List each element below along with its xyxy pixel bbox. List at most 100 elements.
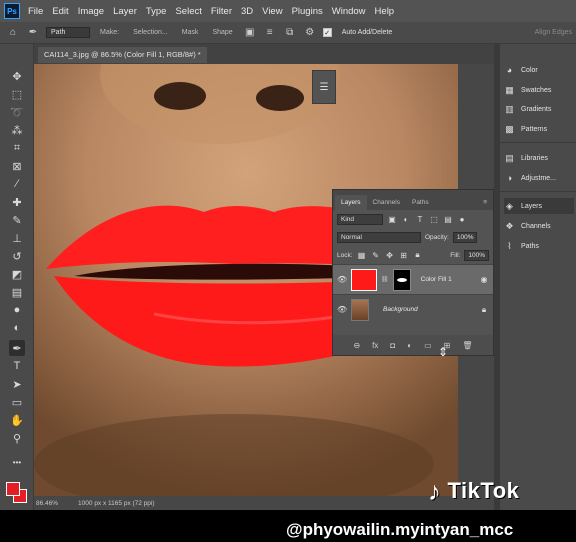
- lock-all-icon[interactable]: 🔒︎: [413, 250, 423, 260]
- menu-window[interactable]: Window: [332, 6, 366, 17]
- new-adjustment-icon[interactable]: ◐: [407, 341, 412, 350]
- menu-file[interactable]: File: [28, 6, 43, 17]
- frame-tool-icon[interactable]: ⊠: [9, 158, 25, 174]
- tab-paths[interactable]: Paths: [406, 195, 435, 210]
- panel-swatches[interactable]: ▦ Swatches: [504, 82, 551, 98]
- layer-name[interactable]: Background: [383, 306, 418, 313]
- menu-3d[interactable]: 3D: [241, 6, 253, 17]
- visibility-eye-icon[interactable]: 👁︎: [337, 275, 347, 284]
- layer-filter-kind[interactable]: Kind: [337, 213, 383, 225]
- marquee-tool-icon[interactable]: ⬚: [9, 86, 25, 102]
- quick-select-tool-icon[interactable]: ⁂: [9, 122, 25, 138]
- panel-channels[interactable]: ❖ Channels: [504, 218, 550, 234]
- lock-position-icon[interactable]: ✥: [385, 250, 395, 260]
- path-selection-tool-icon[interactable]: ➤: [9, 376, 25, 392]
- brush-tool-icon[interactable]: ✎: [9, 212, 25, 228]
- pen-tool-preset-icon[interactable]: ✒: [26, 26, 40, 40]
- tiktok-logo-icon: ♪: [428, 476, 442, 506]
- panel-adjustments[interactable]: ◑ Adjustme...: [504, 170, 556, 186]
- visibility-eye-icon[interactable]: 👁︎: [337, 305, 347, 314]
- lock-image-icon[interactable]: ✎: [371, 250, 381, 260]
- menu-plugins[interactable]: Plugins: [292, 6, 323, 17]
- crop-tool-icon[interactable]: ⌗: [9, 140, 25, 156]
- smart-object-filter-icon[interactable]: ▤: [443, 214, 453, 224]
- type-filter-icon[interactable]: T: [415, 214, 425, 224]
- menu-view[interactable]: View: [262, 6, 282, 17]
- panel-gradients[interactable]: ▥ Gradients: [504, 101, 551, 117]
- make-selection-button[interactable]: Selection...: [129, 28, 172, 37]
- layer-row-color-fill[interactable]: 👁︎ ⛓ Color Fill 1 ◉: [333, 264, 493, 294]
- tab-channels[interactable]: Channels: [367, 195, 406, 210]
- panel-layers[interactable]: ◈ Layers: [504, 198, 574, 214]
- panel-paths[interactable]: ⌇ Paths: [504, 238, 539, 254]
- lasso-tool-icon[interactable]: ➰: [9, 104, 25, 120]
- hand-tool-icon[interactable]: ✋: [9, 412, 25, 428]
- more-tools-icon[interactable]: •••: [9, 454, 25, 470]
- dodge-tool-icon[interactable]: ◐: [9, 320, 25, 336]
- layer-row-background[interactable]: 👁︎ Background 🔒︎: [333, 294, 493, 324]
- opacity-input[interactable]: 100%: [452, 231, 478, 243]
- background-thumbnail[interactable]: [351, 298, 369, 321]
- add-mask-icon[interactable]: ◘: [390, 341, 395, 350]
- pixel-filter-icon[interactable]: ▣: [387, 214, 397, 224]
- panel-patterns[interactable]: ▩ Patterns: [504, 121, 547, 137]
- pen-tool-icon[interactable]: ✒: [9, 340, 25, 356]
- link-icon[interactable]: ⛓: [381, 276, 389, 283]
- path-alignment-icon[interactable]: ≡: [263, 26, 277, 40]
- eraser-tool-icon[interactable]: ◩: [9, 266, 25, 282]
- new-group-icon[interactable]: ▭: [424, 341, 432, 350]
- document-tab[interactable]: CAI114_3.jpg @ 86.5% (Color Fill 1, RGB/…: [38, 47, 207, 63]
- trash-icon[interactable]: 🗑︎: [462, 341, 472, 350]
- lock-transparent-icon[interactable]: ▦: [357, 250, 367, 260]
- make-shape-button[interactable]: Shape: [208, 28, 236, 37]
- healing-brush-tool-icon[interactable]: ✚: [9, 194, 25, 210]
- menu-image[interactable]: Image: [78, 6, 104, 17]
- make-mask-button[interactable]: Mask: [178, 28, 203, 37]
- layer-name[interactable]: Color Fill 1: [421, 276, 452, 283]
- panel-divider: [500, 142, 576, 143]
- lock-row: Lock: ▦ ✎ ✥ ⊞ 🔒︎ Fill: 100%: [333, 246, 493, 264]
- layers-panel: Layers Channels Paths ≡ Kind ▣ ◐ T ⬚ ▤ ●…: [332, 189, 494, 356]
- clone-stamp-tool-icon[interactable]: ⊥: [9, 230, 25, 246]
- menu-edit[interactable]: Edit: [52, 6, 68, 17]
- layer-mask-thumbnail[interactable]: [392, 268, 411, 291]
- menu-filter[interactable]: Filter: [211, 6, 232, 17]
- settings-gear-icon[interactable]: ⚙: [303, 26, 317, 40]
- panel-color[interactable]: ◕ Color: [504, 62, 538, 78]
- menu-select[interactable]: Select: [175, 6, 201, 17]
- filter-toggle-icon[interactable]: ●: [457, 214, 467, 224]
- fill-input[interactable]: 100%: [464, 249, 489, 261]
- menu-type[interactable]: Type: [146, 6, 167, 17]
- panel-menu-icon[interactable]: ≡: [477, 195, 493, 210]
- blend-mode-select[interactable]: Normal: [337, 231, 421, 243]
- path-arrangement-icon[interactable]: ⧉: [283, 26, 297, 40]
- menu-layer[interactable]: Layer: [113, 6, 137, 17]
- auto-add-delete-checkbox[interactable]: ✓: [322, 28, 332, 37]
- path-operations-icon[interactable]: ▣: [243, 26, 257, 40]
- adjustment-filter-icon[interactable]: ◐: [401, 214, 411, 224]
- link-layers-icon[interactable]: ⊖: [353, 341, 360, 350]
- zoom-tool-icon[interactable]: ⚲: [9, 430, 25, 446]
- blur-tool-icon[interactable]: ●: [9, 302, 25, 318]
- gradient-tool-icon[interactable]: ▤: [9, 284, 25, 300]
- properties-icon[interactable]: ☰: [320, 82, 329, 93]
- move-tool-icon[interactable]: ✥: [9, 68, 25, 84]
- zoom-level[interactable]: 86.46%: [36, 500, 58, 507]
- fill-layer-thumbnail[interactable]: [351, 268, 377, 291]
- menu-help[interactable]: Help: [375, 6, 395, 17]
- panel-divider: [500, 191, 576, 192]
- foreground-color-swatch[interactable]: [6, 482, 20, 496]
- rectangle-tool-icon[interactable]: ▭: [9, 394, 25, 410]
- layer-style-icon[interactable]: ◉: [479, 275, 489, 285]
- tab-layers[interactable]: Layers: [335, 195, 367, 210]
- history-brush-tool-icon[interactable]: ↺: [9, 248, 25, 264]
- home-icon[interactable]: ⌂: [6, 26, 20, 40]
- type-tool-icon[interactable]: T: [9, 358, 25, 374]
- lock-artboard-icon[interactable]: ⊞: [399, 250, 409, 260]
- fx-icon[interactable]: fx: [372, 341, 378, 350]
- eyedropper-tool-icon[interactable]: ⁄: [9, 176, 25, 192]
- panel-libraries[interactable]: ▤ Libraries: [504, 150, 548, 166]
- properties-mini-panel[interactable]: ☰: [312, 70, 336, 104]
- shape-filter-icon[interactable]: ⬚: [429, 214, 439, 224]
- pen-mode-select[interactable]: Path: [46, 27, 90, 38]
